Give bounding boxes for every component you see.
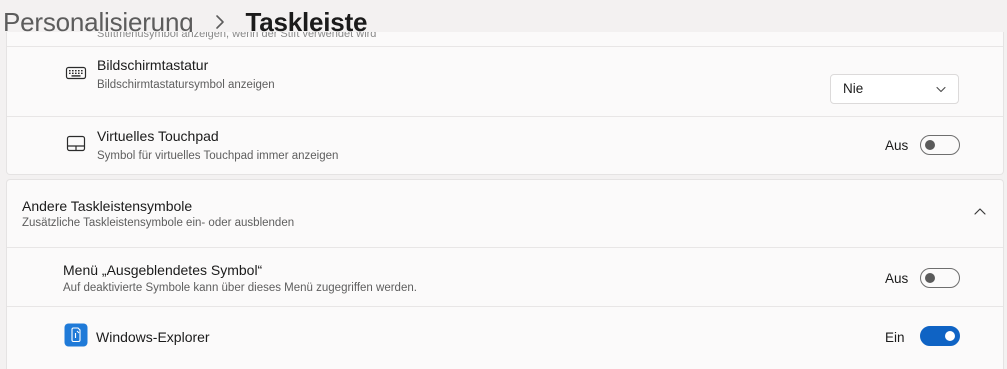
setting-description: Auf deaktivierte Symbole kann über diese… bbox=[63, 282, 417, 294]
virtual-touchpad-toggle[interactable] bbox=[920, 135, 960, 155]
toggle-state-label: Aus bbox=[885, 138, 909, 153]
chevron-down-icon bbox=[936, 86, 946, 93]
hidden-icon-menu-toggle[interactable] bbox=[920, 268, 960, 288]
setting-row-windows-explorer: Windows-Explorer Ein bbox=[7, 307, 1003, 369]
toggle-knob bbox=[925, 140, 935, 150]
onscreen-keyboard-dropdown[interactable]: Nie bbox=[830, 74, 959, 104]
setting-row-hidden-icon-menu: Menü „Ausgeblendetes Symbol“ Auf deaktiv… bbox=[7, 248, 1003, 306]
setting-row-onscreen-keyboard: Bildschirmtastatur Bildschirmtastatursym… bbox=[7, 47, 1003, 116]
section-description: Zusätzliche Taskleistensymbole ein- oder… bbox=[22, 217, 295, 229]
setting-title: Bildschirmtastatur bbox=[97, 57, 209, 73]
keyboard-icon bbox=[65, 66, 87, 80]
toggle-state-label: Aus bbox=[885, 271, 909, 286]
toggle-knob bbox=[925, 273, 935, 283]
setting-title: Virtuelles Touchpad bbox=[97, 128, 219, 144]
touchpad-icon bbox=[66, 135, 86, 152]
setting-title: Menü „Ausgeblendetes Symbol“ bbox=[63, 262, 263, 278]
chevron-up-icon[interactable] bbox=[973, 207, 987, 216]
taskbar-corner-icons-card: Stiftmenüsymbol anzeigen, wenn der Stift… bbox=[6, 32, 1004, 175]
setting-description: Symbol für virtuelles Touchpad immer anz… bbox=[97, 150, 339, 162]
pen-menu-description: Stiftmenüsymbol anzeigen, wenn der Stift… bbox=[97, 32, 377, 40]
windows-explorer-icon bbox=[64, 323, 88, 347]
section-title: Andere Taskleistensymbole bbox=[22, 198, 193, 214]
setting-row-virtual-touchpad: Virtuelles Touchpad Symbol für virtuelle… bbox=[7, 117, 1003, 174]
toggle-state-label: Ein bbox=[885, 330, 905, 345]
dropdown-selected-value: Nie bbox=[843, 81, 864, 96]
setting-description: Bildschirmtastatursymbol anzeigen bbox=[97, 79, 275, 91]
other-taskbar-icons-card: Andere Taskleistensymbole Zusätzliche Ta… bbox=[6, 179, 1004, 369]
toggle-knob bbox=[945, 331, 955, 341]
windows-explorer-toggle[interactable] bbox=[920, 326, 960, 346]
setting-title: Windows-Explorer bbox=[96, 329, 210, 345]
chevron-right-icon bbox=[216, 15, 225, 29]
section-header-other-taskbar-icons[interactable]: Andere Taskleistensymbole Zusätzliche Ta… bbox=[7, 180, 1003, 247]
